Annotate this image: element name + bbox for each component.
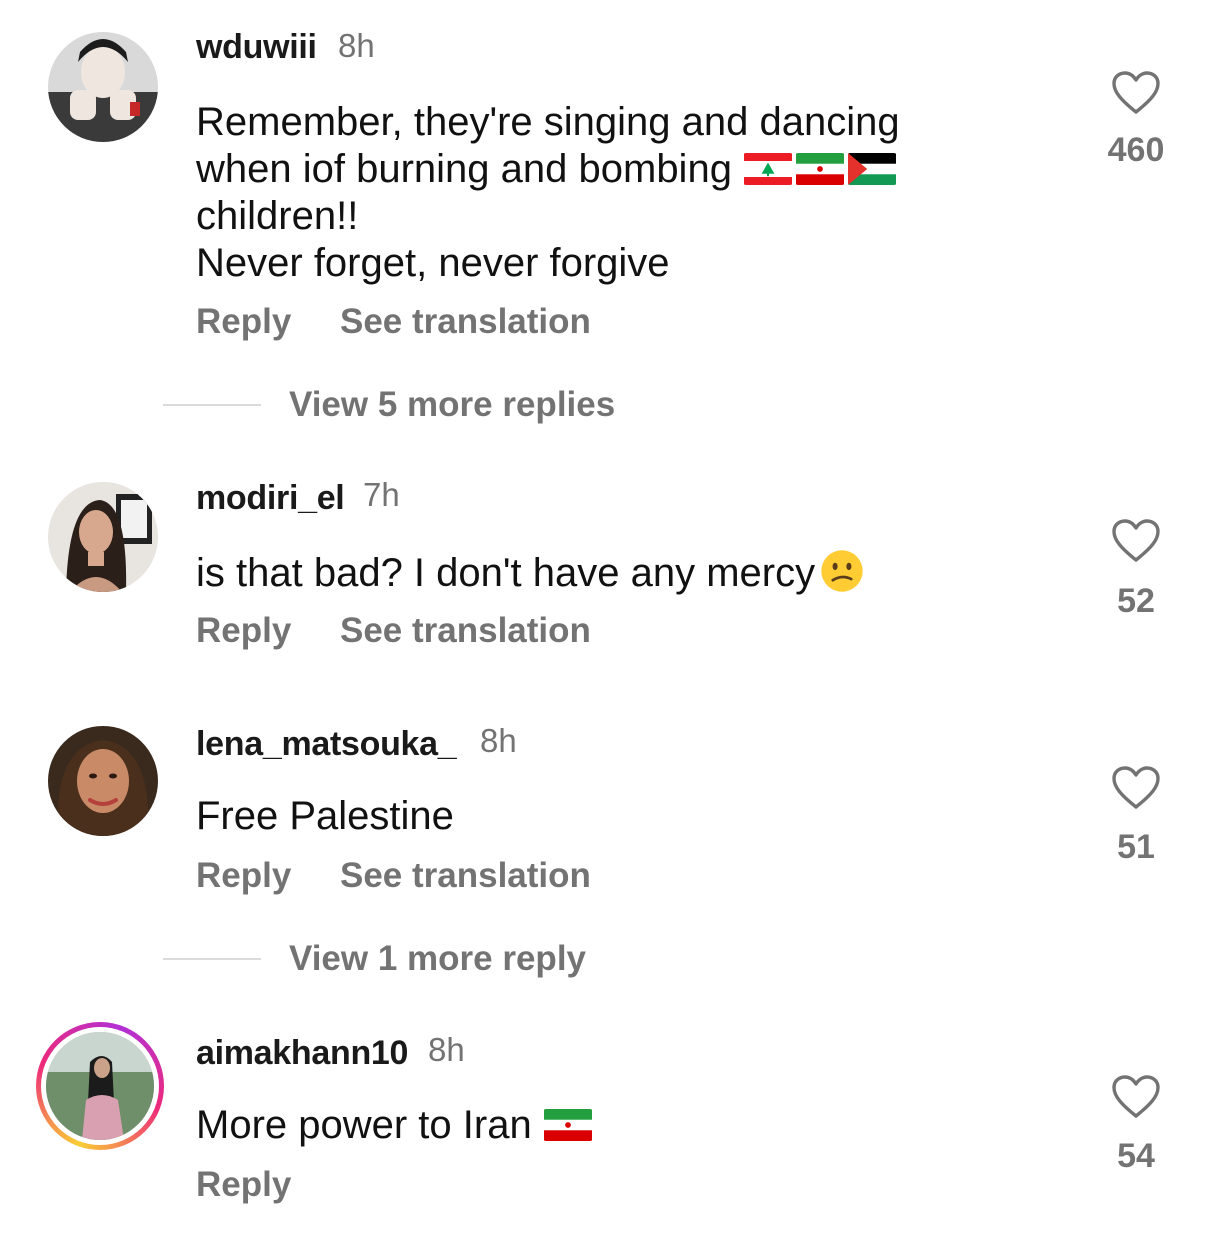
divider <box>163 958 261 960</box>
timestamp: 7h <box>363 476 400 513</box>
comment-line: when iof burning and bombing <box>196 146 900 193</box>
heart-icon[interactable] <box>1111 765 1161 811</box>
like-count: 52 <box>1117 582 1155 620</box>
view-more-replies-button[interactable]: View 1 more reply <box>289 939 586 979</box>
comment-line: Never forget, never forgive <box>196 241 670 285</box>
avatar[interactable] <box>48 32 158 142</box>
like-count: 460 <box>1107 131 1165 169</box>
see-translation-button[interactable]: See translation <box>340 302 591 342</box>
heart-icon[interactable] <box>1111 70 1161 116</box>
palestine-flag-icon <box>847 153 897 185</box>
comment-text: Remember, they're singing and dancing wh… <box>196 99 900 287</box>
avatar[interactable] <box>48 726 158 836</box>
timestamp: 8h <box>338 27 375 64</box>
timestamp: 8h <box>428 1031 465 1068</box>
see-translation-button[interactable]: See translation <box>340 611 591 651</box>
heart-icon[interactable] <box>1111 518 1161 564</box>
lebanon-flag-icon <box>743 153 793 185</box>
username[interactable]: aimakhann10 <box>196 1034 408 1073</box>
reply-button[interactable]: Reply <box>196 611 291 651</box>
like-count: 54 <box>1117 1137 1155 1175</box>
iran-flag-icon <box>543 1109 593 1141</box>
username[interactable]: lena_matsouka_ <box>196 725 457 764</box>
timestamp: 8h <box>480 722 517 759</box>
comment-line: is that bad? I don't have any mercy <box>196 548 865 597</box>
avatar[interactable] <box>48 482 158 592</box>
see-translation-button[interactable]: See translation <box>340 856 591 896</box>
comment-line: Remember, they're singing and dancing <box>196 100 900 144</box>
avatar[interactable] <box>46 1032 154 1140</box>
comment-line: children!! <box>196 194 359 238</box>
reply-button[interactable]: Reply <box>196 302 291 342</box>
confused-face-icon <box>819 548 865 594</box>
comment-text: More power to Iran <box>196 1102 595 1149</box>
comment-line: Free Palestine <box>196 794 454 838</box>
view-more-replies-button[interactable]: View 5 more replies <box>289 385 615 425</box>
divider <box>163 404 261 406</box>
comment-text: Free Palestine <box>196 793 454 840</box>
heart-icon[interactable] <box>1111 1074 1161 1120</box>
username[interactable]: modiri_el <box>196 479 345 518</box>
like-count: 51 <box>1117 828 1155 866</box>
iran-flag-icon <box>795 153 845 185</box>
username[interactable]: wduwiii <box>196 28 317 67</box>
comment-line: More power to Iran <box>196 1102 595 1149</box>
reply-button[interactable]: Reply <box>196 1165 291 1205</box>
comment-text: is that bad? I don't have any mercy <box>196 548 865 597</box>
reply-button[interactable]: Reply <box>196 856 291 896</box>
